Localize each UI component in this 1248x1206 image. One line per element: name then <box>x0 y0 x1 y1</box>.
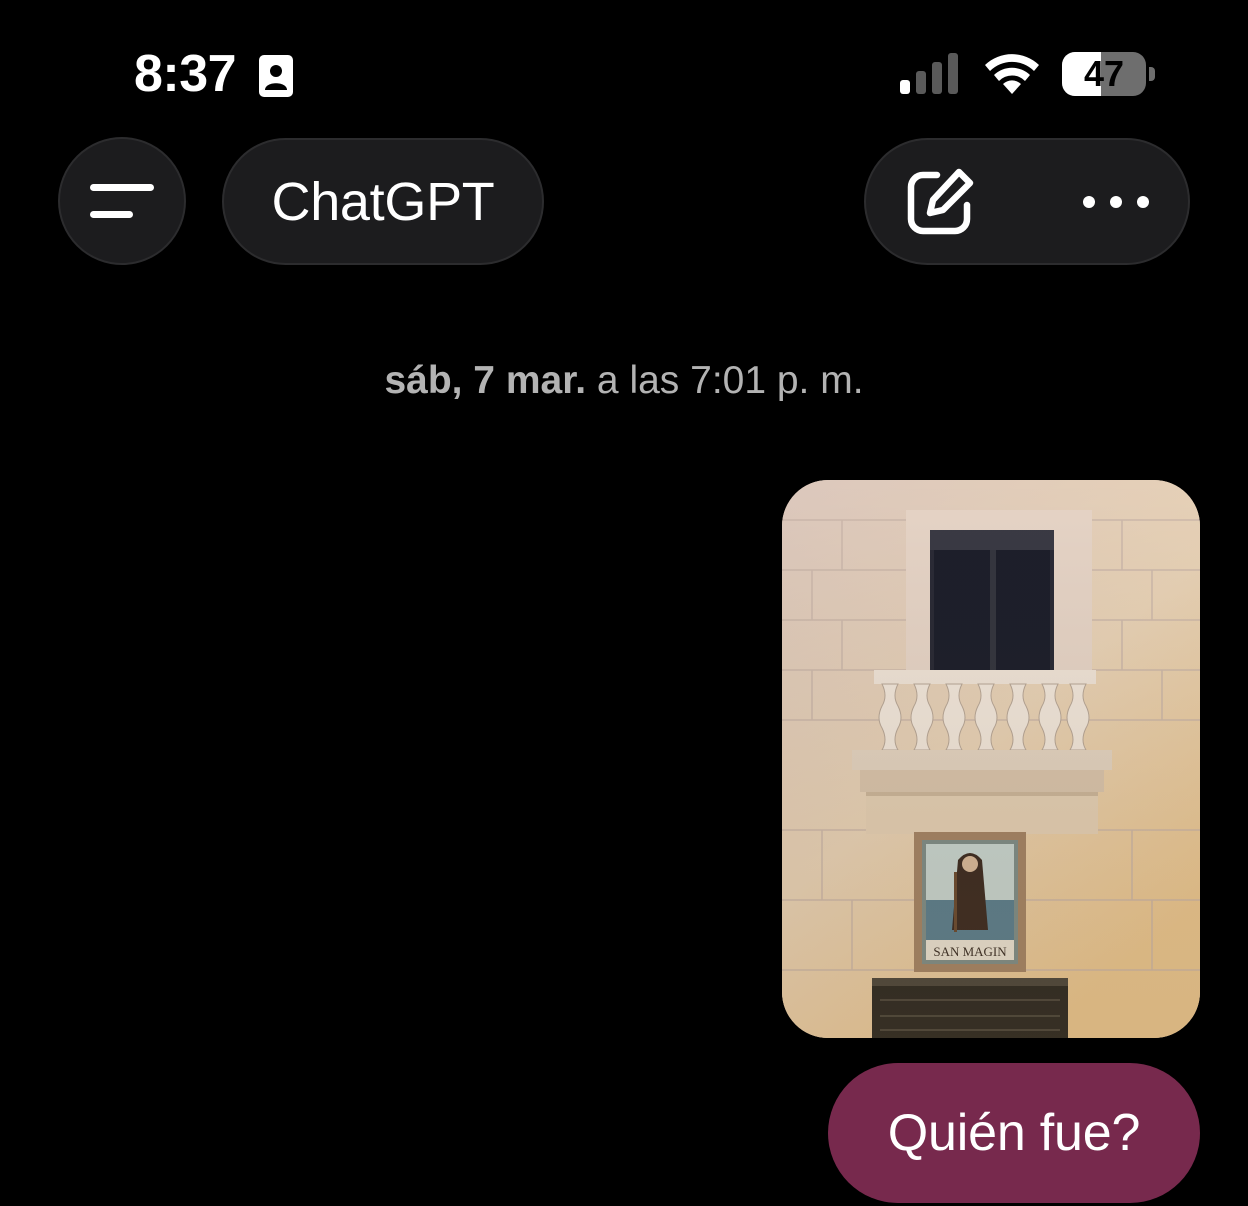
conversation-timestamp: sáb, 7 mar. a las 7:01 p. m. <box>0 356 1248 406</box>
edit-icon <box>907 168 974 235</box>
menu-icon <box>90 184 154 218</box>
battery-indicator: 47 <box>1062 52 1158 96</box>
signal-icon <box>900 53 958 94</box>
more-options-button[interactable] <box>1060 150 1172 254</box>
more-icon <box>1083 196 1149 208</box>
model-title-button[interactable]: ChatGPT <box>222 138 544 265</box>
sidebar-menu-button[interactable] <box>58 137 186 265</box>
wifi-icon <box>985 54 1039 94</box>
contact-card-icon <box>259 55 293 97</box>
user-message-bubble: Quién fue? <box>828 1063 1200 1203</box>
timestamp-time: a las 7:01 p. m. <box>586 359 864 402</box>
new-chat-button[interactable] <box>884 150 996 254</box>
status-time: 8:37 <box>134 45 237 103</box>
battery-cap <box>1149 67 1155 81</box>
user-image-attachment[interactable]: SAN MAGIN <box>782 480 1200 1038</box>
page-title: ChatGPT <box>271 171 495 232</box>
battery-icon: 47 <box>1062 52 1146 96</box>
user-message-text: Quién fue? <box>887 1104 1141 1162</box>
building-photo: SAN MAGIN <box>782 480 1200 1038</box>
battery-label: 47 <box>1083 53 1125 94</box>
header-actions <box>864 138 1190 265</box>
timestamp-date: sáb, 7 mar. <box>384 359 587 402</box>
